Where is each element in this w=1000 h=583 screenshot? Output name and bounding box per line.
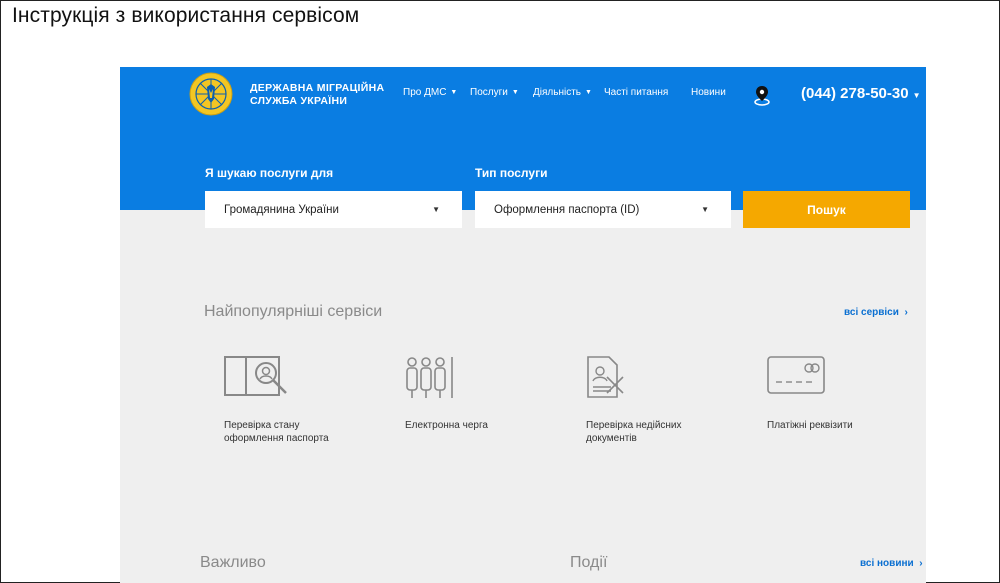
all-services-link[interactable]: всі сервіси › — [844, 307, 908, 318]
service-payment-label[interactable]: Платіжні реквізити — [767, 419, 897, 432]
passport-search-icon[interactable] — [224, 355, 290, 399]
events-section-title: Події — [570, 554, 608, 571]
nav-activity[interactable]: Діяльність ▼ — [533, 87, 592, 98]
brand-line-1: ДЕРЖАВНА МІГРАЦІЙНА — [250, 82, 385, 94]
nav-services-label: Послуги — [470, 87, 508, 98]
nav-news-label: Новини — [691, 87, 726, 98]
nav-activity-label: Діяльність — [533, 87, 581, 98]
service-queue-label[interactable]: Електронна черга — [405, 419, 535, 432]
service-label-line: Перевірка недійсних — [586, 420, 682, 431]
chevron-right-icon: › — [916, 558, 923, 569]
search-for-label: Я шукаю послуги для — [205, 166, 334, 180]
nav-about-label: Про ДМС — [403, 87, 447, 98]
chevron-right-icon: › — [901, 307, 908, 318]
all-services-link-label: всі сервіси — [844, 307, 899, 318]
popular-services-title: Найпопулярніші сервіси — [204, 303, 383, 320]
phone-number[interactable]: (044) 278-50-30 ▼ — [801, 85, 921, 102]
search-button[interactable]: Пошук — [743, 191, 910, 228]
phone-number-text: (044) 278-50-30 — [801, 85, 909, 102]
document-title: Інструкція з використання сервісом — [12, 4, 360, 27]
nav-about[interactable]: Про ДМС ▼ — [403, 87, 457, 98]
chevron-down-icon: ▼ — [912, 91, 921, 100]
brand-line-2: СЛУЖБА УКРАЇНИ — [250, 95, 348, 107]
nav-news[interactable]: Новини — [691, 87, 726, 98]
website-screenshot: ДЕРЖАВНА МІГРАЦІЙНА СЛУЖБА УКРАЇНИ Про Д… — [120, 67, 926, 583]
all-news-link-label: всі новини — [860, 558, 914, 569]
invalid-document-icon[interactable] — [585, 355, 625, 399]
service-type-select[interactable]: Оформлення паспорта (ID) ▼ — [475, 191, 731, 228]
nav-faq[interactable]: Часті питання — [604, 87, 668, 98]
chevron-down-icon: ▼ — [585, 89, 592, 96]
chevron-down-icon: ▼ — [701, 205, 709, 214]
search-for-value: Громадянина України — [224, 203, 339, 216]
dms-logo-icon[interactable] — [188, 71, 234, 117]
brand-name[interactable]: ДЕРЖАВНА МІГРАЦІЙНА СЛУЖБА УКРАЇНИ — [250, 82, 384, 108]
nav-services[interactable]: Послуги ▼ — [470, 87, 519, 98]
chevron-down-icon: ▼ — [450, 89, 458, 96]
important-section-title: Важливо — [200, 554, 266, 571]
header-banner: ДЕРЖАВНА МІГРАЦІЙНА СЛУЖБА УКРАЇНИ Про Д… — [120, 67, 926, 210]
nav-faq-label: Часті питання — [604, 87, 669, 98]
service-label-line: Платіжні реквізити — [767, 420, 853, 431]
service-type-value: Оформлення паспорта (ID) — [494, 203, 640, 216]
service-label-line: Електронна черга — [405, 420, 488, 431]
service-label-line: оформлення паспорта — [224, 433, 329, 444]
payment-card-icon[interactable] — [766, 355, 826, 395]
chevron-down-icon: ▼ — [511, 89, 519, 96]
queue-icon[interactable] — [404, 355, 456, 399]
service-label-line: Перевірка стану — [224, 420, 300, 431]
search-for-select[interactable]: Громадянина України ▼ — [205, 191, 462, 228]
all-news-link[interactable]: всі новини › — [860, 558, 923, 569]
service-type-label: Тип послуги — [475, 166, 548, 180]
service-invalid-docs-label[interactable]: Перевірка недійсних документів — [586, 419, 716, 445]
service-label-line: документів — [586, 433, 637, 444]
service-passport-check-label[interactable]: Перевірка стану оформлення паспорта — [224, 419, 354, 445]
map-pin-icon[interactable] — [752, 84, 772, 106]
chevron-down-icon: ▼ — [432, 205, 440, 214]
